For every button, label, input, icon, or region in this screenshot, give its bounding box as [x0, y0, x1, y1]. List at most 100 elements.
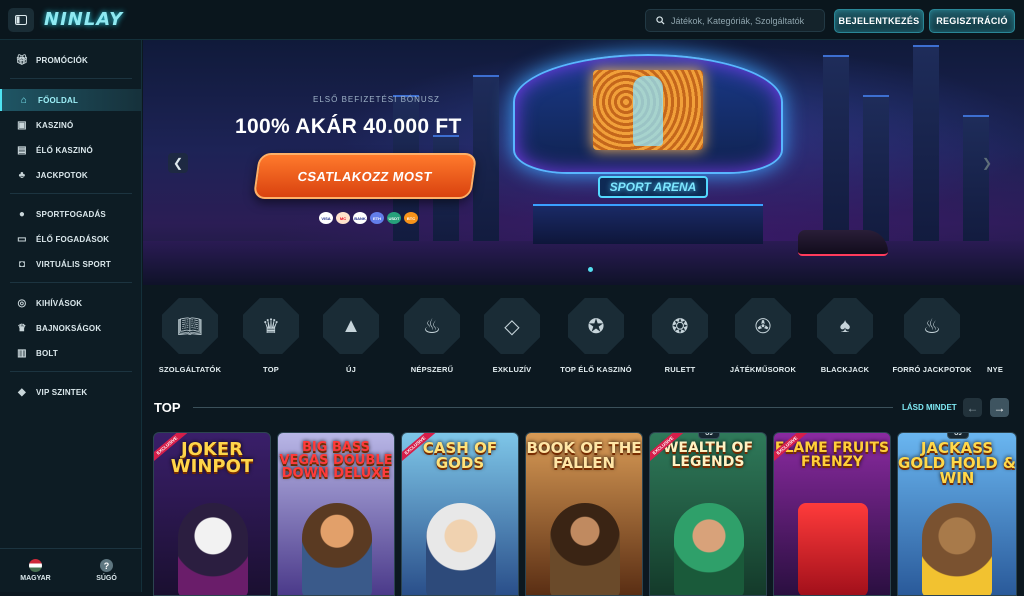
see-all-link[interactable]: LÁSD MINDET: [902, 403, 957, 412]
sidebar-item-label: PROMÓCIÓK: [36, 55, 89, 65]
sidebar-item-live-betting[interactable]: ▭ ÉLŐ FOGADÁSOK: [0, 228, 142, 250]
game-title: BIG BASS VEGAS DOUBLE DOWN DELUXE: [279, 440, 393, 481]
sidebar-divider: [10, 193, 132, 194]
hero-next-button[interactable]: ❯: [977, 153, 997, 173]
register-button[interactable]: REGISZTRÁCIÓ: [929, 9, 1015, 33]
category-label: SZOLGÁLTATÓK: [158, 365, 222, 374]
category-more[interactable]: NYE: [949, 298, 1024, 374]
games-next-button[interactable]: →: [990, 398, 1009, 417]
category-label: ÚJ: [346, 365, 356, 374]
mastercard-icon: MC: [336, 212, 350, 224]
shop-icon: ▥: [17, 347, 27, 359]
playing-card-icon: ♠: [817, 298, 873, 354]
game-title: JACKASS GOLD HOLD & WIN: [898, 439, 1016, 487]
category-top[interactable]: ♛ TOP: [231, 298, 311, 374]
ethereum-icon: ETH: [370, 212, 384, 224]
section-title: TOP: [154, 400, 181, 415]
section-divider: [193, 407, 893, 408]
wheel-icon: ✇: [735, 298, 791, 354]
game-tile[interactable]: CASH OF GODS EXCLUSIVE: [401, 432, 519, 596]
trophy-icon: ♛: [17, 322, 27, 334]
background-building: [863, 95, 889, 245]
category-blackjack[interactable]: ♠ BLACKJACK: [805, 298, 885, 374]
sidebar-item-live-casino[interactable]: ▤ ÉLŐ KASZINÓ: [0, 139, 142, 161]
slot-machine-icon: ▣: [17, 119, 27, 131]
sidebar-item-vip-levels[interactable]: ◆ VIP SZINTEK: [0, 381, 142, 403]
background-building: [963, 115, 989, 245]
sports-car-illustration: [798, 230, 888, 256]
sidebar-item-label: ÉLŐ KASZINÓ: [36, 145, 93, 155]
game-tile[interactable]: FLAME FRUITS FRENZY EXCLUSIVE: [773, 432, 891, 596]
sidebar-toggle-button[interactable]: [8, 8, 34, 32]
help-button[interactable]: ? SÚGÓ: [71, 549, 142, 592]
search-icon: [656, 16, 665, 25]
game-title: BOOK OF THE FALLEN: [526, 439, 642, 472]
category-new[interactable]: ▲ ÚJ: [311, 298, 391, 374]
games-prev-button[interactable]: ←: [963, 398, 982, 417]
game-tile[interactable]: ÚJ JACKASS GOLD HOLD & WIN: [897, 432, 1017, 596]
sport-arena-illustration: SPORT ARENA: [513, 54, 783, 254]
sidebar-item-casino[interactable]: ▣ KASZINÓ: [0, 114, 142, 136]
category-exclusive[interactable]: ◇ EXKLUZÍV: [472, 298, 552, 374]
category-strip: 📖︎ SZOLGÁLTATÓK ♛ TOP ▲ ÚJ ♨ NÉPSZERŰ ◇ EXKLU…: [143, 292, 1024, 386]
category-providers[interactable]: 📖︎ SZOLGÁLTATÓK: [150, 298, 230, 374]
game-tile[interactable]: JOKER WINPOT EXCLUSIVE: [153, 432, 271, 596]
category-popular[interactable]: ♨ NÉPSZERŰ: [392, 298, 472, 374]
hero-prev-button[interactable]: ❮: [168, 153, 188, 173]
language-selector[interactable]: MAGYAR: [0, 549, 71, 592]
sidebar-item-shop[interactable]: ▥ BOLT: [0, 342, 142, 364]
background-building: [473, 75, 499, 245]
tether-icon: USDT: [387, 212, 401, 224]
help-label: SÚGÓ: [96, 575, 117, 582]
sidebar: 🎁︎ PROMÓCIÓK ⌂ FŐOLDAL ▣ KASZINÓ ▤ ÉLŐ KASZI…: [0, 40, 142, 592]
visa-icon: VISA: [319, 212, 333, 224]
rocket-icon: ▲: [323, 298, 379, 354]
category-top-live-casino[interactable]: ✪ TOP ÉLŐ KASZINÓ: [556, 298, 636, 374]
join-now-button[interactable]: CSATLAKOZZ MOST: [252, 153, 478, 199]
sidebar-item-jackpots[interactable]: ♣ JACKPOTOK: [0, 164, 142, 186]
gift-icon: 🎁︎: [15, 54, 29, 66]
home-icon: ⌂: [20, 94, 28, 106]
clover-icon: ♣: [18, 169, 26, 181]
category-roulette[interactable]: ❂ RULETT: [640, 298, 720, 374]
sidebar-item-tournaments[interactable]: ♛ BAJNOKSÁGOK: [0, 317, 142, 339]
category-label: JÁTÉKMŰSOROK: [729, 365, 797, 374]
background-building: [823, 55, 849, 245]
sidebar-item-label: VIRTUÁLIS SPORT: [36, 259, 112, 269]
game-tile[interactable]: ÚJ WEALTH OF LEGENDS EXCLUSIVE: [649, 432, 767, 596]
medusa-character: [674, 503, 744, 595]
sidebar-divider: [10, 282, 132, 283]
explorer-character: [550, 503, 620, 595]
joker-character: [178, 503, 248, 595]
diamond-icon: ◆: [18, 386, 26, 398]
arena-base: [533, 204, 763, 244]
category-label: NÉPSZERŰ: [410, 365, 454, 374]
hero-title: 100% AKÁR 40.000 FT: [235, 115, 462, 138]
arena-screen: [593, 70, 703, 150]
logo[interactable]: NINLAY: [44, 9, 123, 30]
sidebar-item-virtual-sports[interactable]: ◘ VIRTUÁLIS SPORT: [0, 253, 142, 275]
game-tile[interactable]: BOOK OF THE FALLEN: [525, 432, 643, 596]
fisherman-character: [302, 503, 372, 595]
login-button[interactable]: BEJELENTKEZÉS: [834, 9, 924, 33]
sidebar-item-challenges[interactable]: ◎ KIHÍVÁSOK: [0, 292, 142, 314]
game-tile[interactable]: BIG BASS VEGAS DOUBLE DOWN DELUXE: [277, 432, 395, 596]
top-games-header: TOP LÁSD MINDET ← →: [143, 395, 1024, 421]
help-icon: ?: [100, 559, 113, 572]
chevron-left-icon: ❮: [172, 156, 184, 170]
hero-banner[interactable]: SPORT ARENA ELSŐ BEFIZETÉSI BÓNUSZ 100% …: [143, 40, 1024, 285]
zeus-character: [426, 503, 496, 595]
sidebar-item-promotions[interactable]: 🎁︎ PROMÓCIÓK: [0, 49, 142, 71]
category-game-shows[interactable]: ✇ JÁTÉKMŰSOROK: [723, 298, 803, 374]
lucky-seven-symbol: [798, 503, 868, 595]
gamepad-icon: ◘: [18, 258, 26, 270]
category-label: TOP ÉLŐ KASZINÓ: [560, 365, 632, 374]
sidebar-item-home[interactable]: ⌂ FŐOLDAL: [0, 89, 142, 111]
search-bar[interactable]: [645, 9, 825, 32]
soccer-ball-icon: ●: [18, 208, 26, 220]
category-label: TOP: [263, 365, 279, 374]
sidebar-item-sports-betting[interactable]: ● SPORTFOGADÁS: [0, 203, 142, 225]
carousel-indicator[interactable]: [588, 267, 593, 272]
search-input[interactable]: [671, 15, 811, 26]
rosette-icon: ✪: [568, 298, 624, 354]
